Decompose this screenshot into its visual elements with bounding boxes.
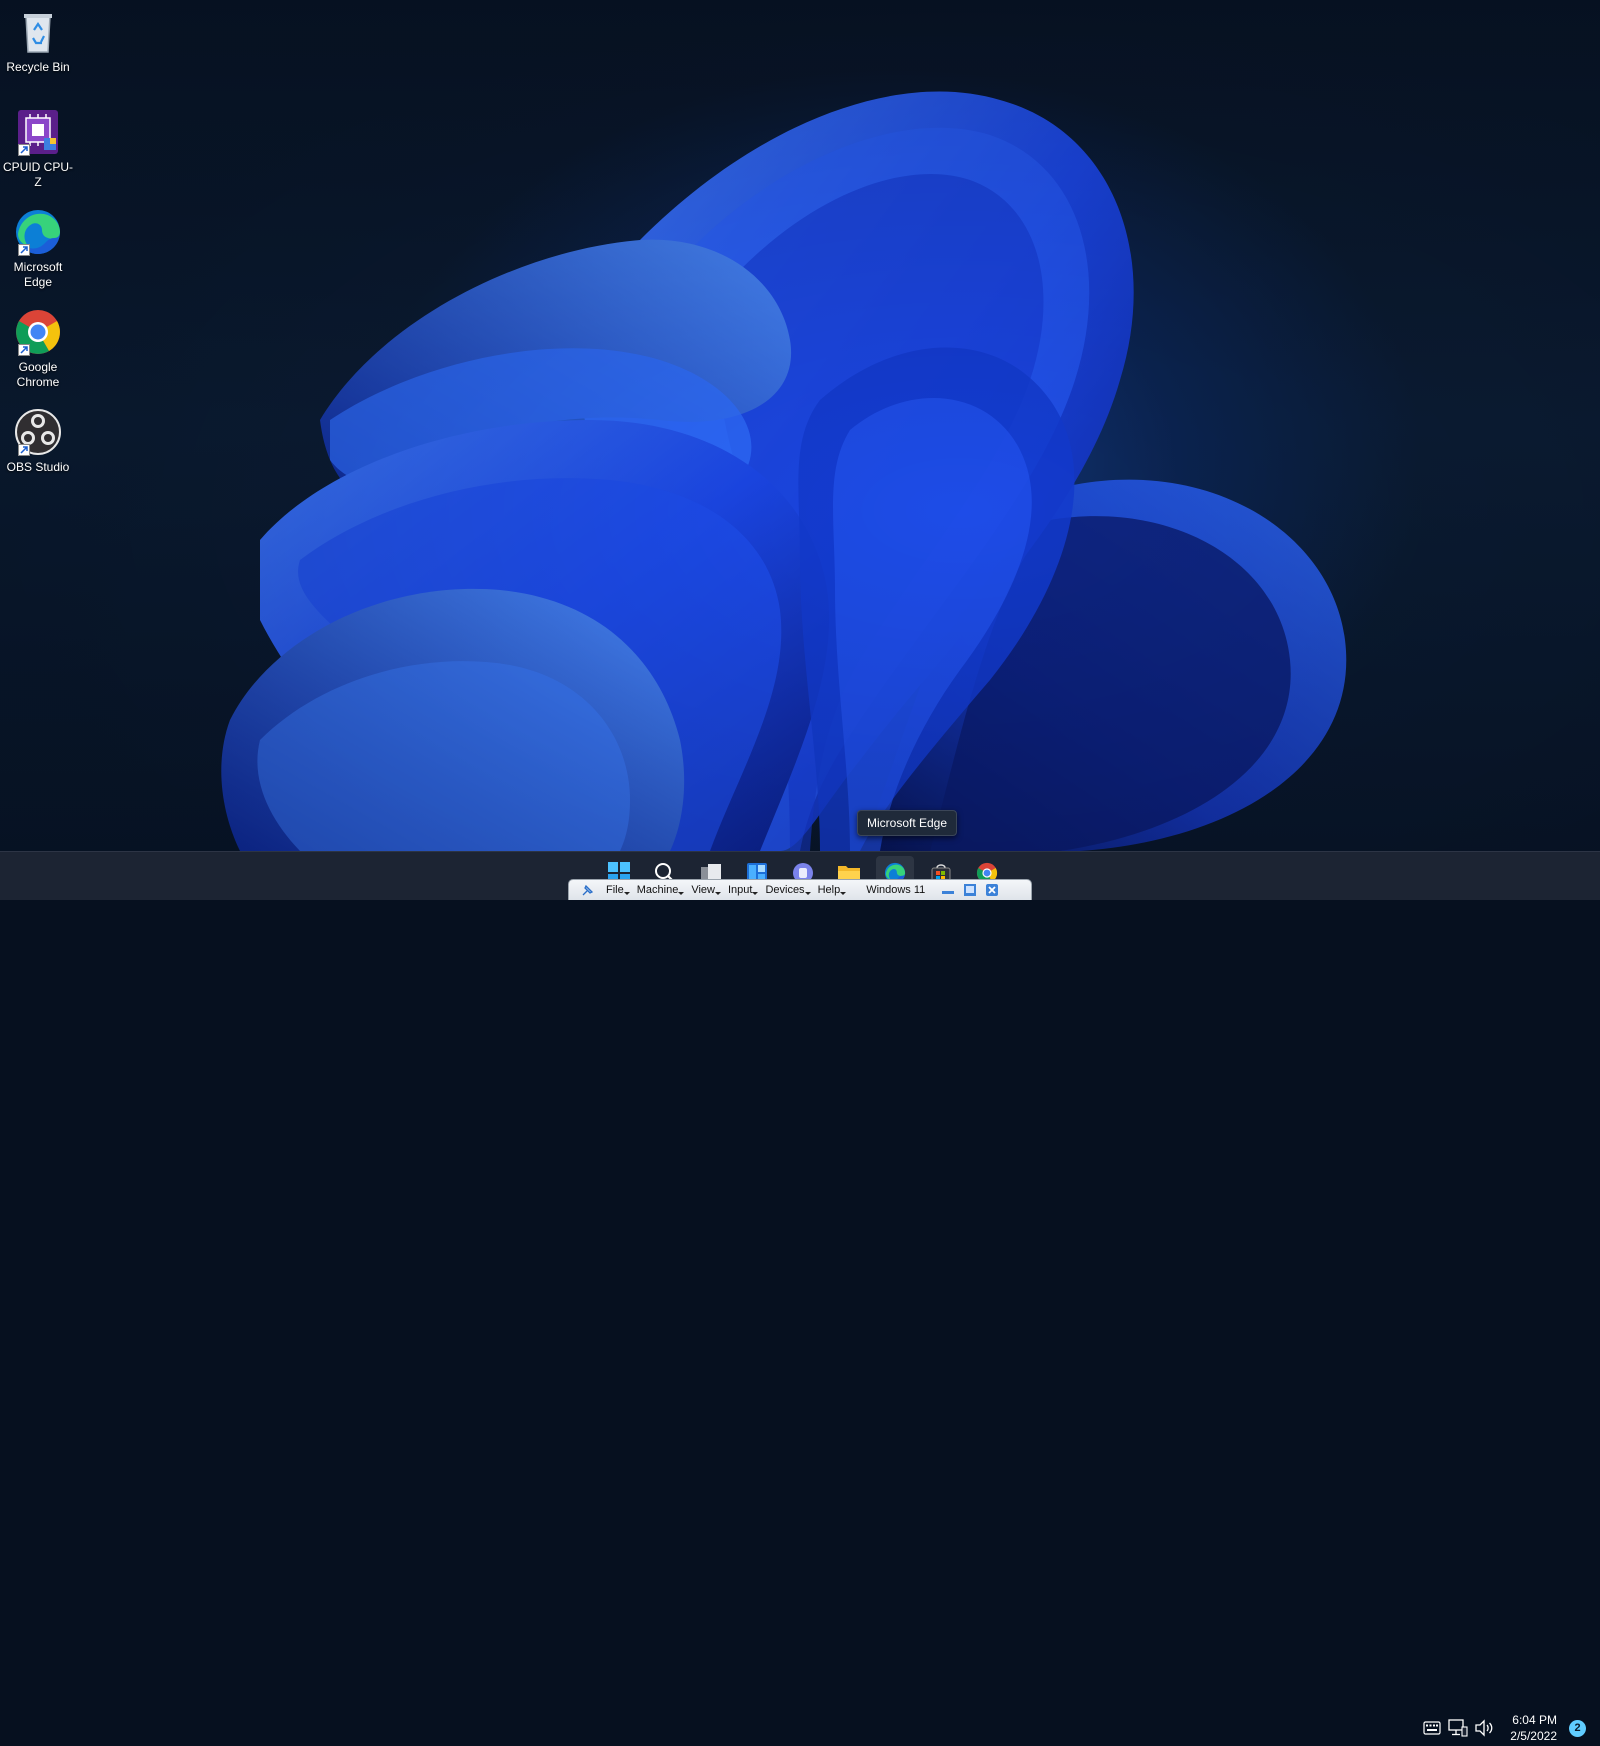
- shortcut-arrow-icon: [18, 244, 30, 256]
- pin-toolbar-button[interactable]: [579, 882, 597, 898]
- desktop-icon-label: CPUID CPU-Z: [2, 160, 73, 189]
- system-tray: 6:04 PM 2/5/2022 2: [1418, 1710, 1586, 1746]
- clock-date: 2/5/2022: [1510, 1729, 1557, 1743]
- cpu-z-icon: [14, 108, 62, 156]
- minimize-icon: [942, 891, 955, 894]
- desktop-icon-label: Google Chrome: [16, 360, 60, 389]
- restore-window-icon: [964, 884, 977, 896]
- vbox-menu-help[interactable]: Help: [818, 884, 846, 896]
- vbox-menu-input[interactable]: Input: [728, 884, 759, 896]
- vbox-close-button[interactable]: [983, 882, 1001, 898]
- vbox-exit-fullscreen-button[interactable]: [961, 882, 979, 898]
- desktop-icon-label: Microsoft Edge: [13, 260, 63, 289]
- desktop-icon-label: Recycle Bin: [6, 60, 70, 74]
- bloom-wallpaper: [0, 0, 1600, 851]
- desktop[interactable]: Recycle Bin CPUID CPU-Z Microsoft Edge G…: [0, 0, 1600, 851]
- vbox-menu-machine[interactable]: Machine: [637, 884, 684, 896]
- vbox-minimize-button[interactable]: [939, 882, 957, 898]
- desktop-icon-obs[interactable]: OBS Studio: [2, 408, 74, 475]
- pin-icon: [582, 884, 594, 896]
- desktop-icon-edge[interactable]: Microsoft Edge: [2, 208, 74, 290]
- vm-name: Windows 11: [866, 884, 926, 896]
- chrome-icon: [14, 308, 62, 356]
- shortcut-arrow-icon: [18, 444, 30, 456]
- taskbar-tooltip: Microsoft Edge: [857, 810, 958, 836]
- keyboard-icon[interactable]: [1420, 1716, 1444, 1740]
- notification-badge[interactable]: 2: [1569, 1719, 1586, 1737]
- desktop-icon-cpu-z[interactable]: CPUID CPU-Z: [2, 108, 74, 190]
- clock-time: 6:04 PM: [1512, 1713, 1557, 1727]
- obs-icon: [14, 408, 62, 456]
- close-icon: [986, 884, 999, 896]
- network-icon[interactable]: [1446, 1716, 1470, 1740]
- desktop-icon-recycle-bin[interactable]: Recycle Bin: [2, 8, 74, 75]
- vbox-menu-view[interactable]: View: [691, 884, 721, 896]
- edge-icon: [14, 208, 62, 256]
- desktop-icon-label: OBS Studio: [6, 460, 70, 474]
- virtualbox-mini-toolbar: File Machine View Input Devices Help Win…: [568, 879, 1032, 900]
- shortcut-arrow-icon: [18, 344, 30, 356]
- clock[interactable]: 6:04 PM 2/5/2022: [1510, 1712, 1557, 1744]
- vbox-menu-file[interactable]: File: [606, 884, 630, 896]
- vbox-menu-devices[interactable]: Devices: [765, 884, 811, 896]
- volume-icon[interactable]: [1472, 1716, 1496, 1740]
- shortcut-arrow-icon: [18, 144, 30, 156]
- desktop-icon-chrome[interactable]: Google Chrome: [2, 308, 74, 390]
- recycle-bin-icon: [14, 8, 62, 56]
